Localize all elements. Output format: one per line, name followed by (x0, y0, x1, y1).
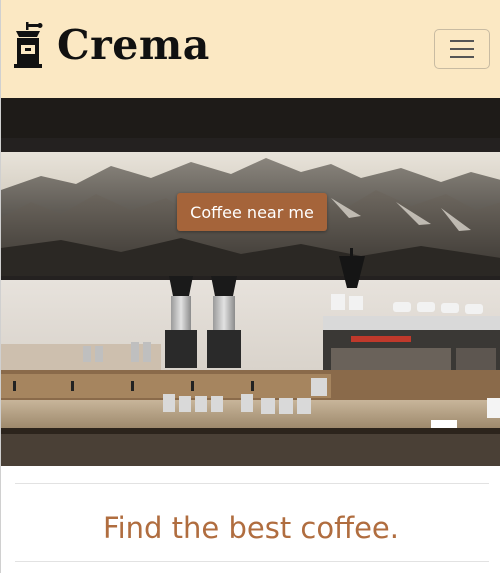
hero-photo (1, 98, 500, 466)
coffee-near-me-button[interactable]: Coffee near me (177, 193, 327, 231)
hamburger-menu-icon-bar (450, 40, 474, 42)
hero-image: Coffee near me (1, 98, 500, 466)
tagline: Find the best coffee. (103, 511, 399, 545)
hamburger-menu-icon-bar (450, 48, 474, 50)
menu-toggle-button[interactable] (434, 29, 490, 69)
hamburger-menu-icon-bar (450, 56, 474, 58)
page: Crema Coffee near me Find the best coffe… (0, 0, 500, 573)
divider-bottom (15, 561, 489, 562)
divider-top (15, 483, 489, 484)
brand-link[interactable]: Crema (13, 18, 210, 72)
coffee-grinder-icon (14, 22, 43, 68)
brand-name: Crema (57, 21, 210, 69)
navbar: Crema (1, 0, 500, 98)
